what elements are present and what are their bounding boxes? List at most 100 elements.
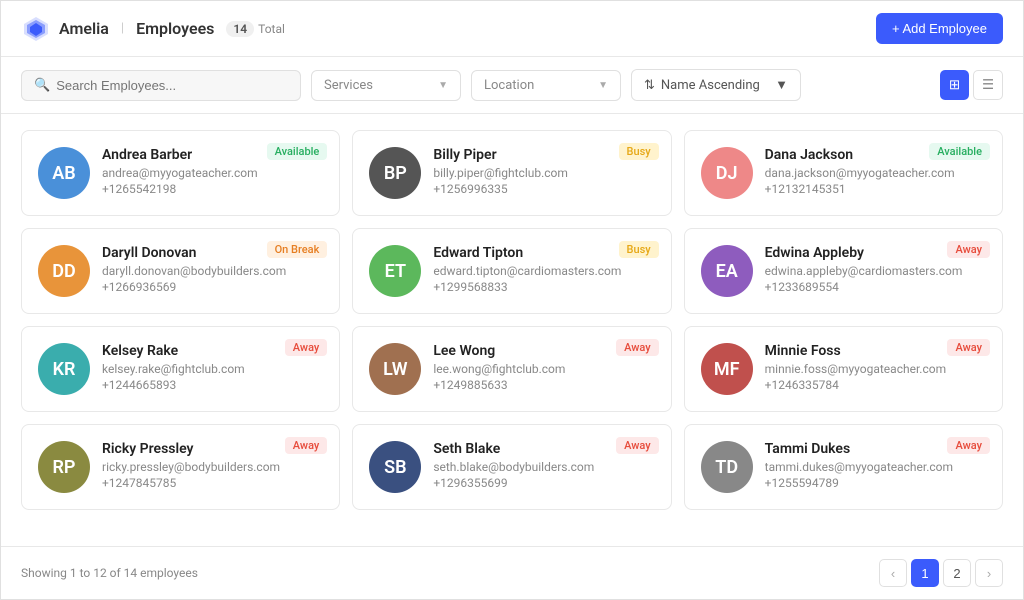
employee-card[interactable]: AB Andrea Barber andrea@myyogateacher.co… — [21, 130, 340, 216]
status-badge: Away — [947, 339, 990, 356]
location-label: Location — [484, 78, 534, 93]
avatar-initials: TD — [701, 441, 753, 493]
list-view-button[interactable]: ☰ — [973, 70, 1003, 100]
page-title: Employees — [136, 19, 214, 38]
status-badge: Available — [929, 143, 990, 160]
employee-phone: +1247845785 — [102, 476, 323, 490]
list-icon: ☰ — [982, 77, 994, 92]
employee-phone: +1256996335 — [433, 182, 654, 196]
avatar: RP — [38, 441, 90, 493]
main-content: AB Andrea Barber andrea@myyogateacher.co… — [1, 114, 1023, 546]
count-label: Total — [258, 22, 285, 36]
status-badge: Busy — [619, 143, 659, 160]
employee-email: lee.wong@fightclub.com — [433, 362, 654, 376]
employee-phone: +1244665893 — [102, 378, 323, 392]
employee-phone: +1265542198 — [102, 182, 323, 196]
employee-count: 14 Total — [226, 21, 285, 37]
employee-email: minnie.foss@myyogateacher.com — [765, 362, 986, 376]
sort-filter[interactable]: ⇅ Name Ascending ▼ — [631, 69, 801, 101]
avatar: ET — [369, 245, 421, 297]
logo: Amelia — [21, 14, 109, 44]
avatar-initials: DD — [38, 245, 90, 297]
header-left: Amelia | Employees 14 Total — [21, 14, 285, 44]
avatar-initials: KR — [38, 343, 90, 395]
employee-phone: +1255594789 — [765, 476, 986, 490]
employee-phone: +1233689554 — [765, 280, 986, 294]
page-1-button[interactable]: 1 — [911, 559, 939, 587]
employee-card[interactable]: SB Seth Blake seth.blake@bodybuilders.co… — [352, 424, 671, 510]
services-filter[interactable]: Services ▼ — [311, 70, 461, 101]
employee-card[interactable]: DD Daryll Donovan daryll.donovan@bodybui… — [21, 228, 340, 314]
avatar-initials: MF — [701, 343, 753, 395]
avatar: TD — [701, 441, 753, 493]
employee-card[interactable]: RP Ricky Pressley ricky.pressley@bodybui… — [21, 424, 340, 510]
employee-card[interactable]: ET Edward Tipton edward.tipton@cardiomas… — [352, 228, 671, 314]
avatar: AB — [38, 147, 90, 199]
employee-card[interactable]: TD Tammi Dukes tammi.dukes@myyogateacher… — [684, 424, 1003, 510]
employee-email: ricky.pressley@bodybuilders.com — [102, 460, 323, 474]
employee-email: dana.jackson@myyogateacher.com — [765, 166, 986, 180]
avatar-initials: LW — [369, 343, 421, 395]
view-toggle: ⊞ ☰ — [940, 70, 1003, 100]
employee-phone: +1299568833 — [433, 280, 654, 294]
employee-email: billy.piper@fightclub.com — [433, 166, 654, 180]
avatar: BP — [369, 147, 421, 199]
avatar-initials: EA — [701, 245, 753, 297]
employee-grid: AB Andrea Barber andrea@myyogateacher.co… — [21, 130, 1003, 510]
logo-title: Amelia — [59, 19, 109, 38]
pagination: ‹ 1 2 › — [879, 559, 1003, 587]
avatar: DD — [38, 245, 90, 297]
employee-email: seth.blake@bodybuilders.com — [433, 460, 654, 474]
avatar: MF — [701, 343, 753, 395]
avatar-initials: SB — [369, 441, 421, 493]
status-badge: Away — [616, 437, 659, 454]
header: Amelia | Employees 14 Total + Add Employ… — [1, 1, 1023, 57]
chevron-down-icon: ▼ — [438, 80, 448, 91]
employee-phone: +12132145351 — [765, 182, 986, 196]
employee-email: tammi.dukes@myyogateacher.com — [765, 460, 986, 474]
status-badge: Available — [267, 143, 328, 160]
employee-email: andrea@myyogateacher.com — [102, 166, 323, 180]
status-badge: Busy — [619, 241, 659, 258]
chevron-down-icon: ▼ — [775, 77, 788, 93]
avatar-initials: AB — [38, 147, 90, 199]
status-badge: Away — [947, 241, 990, 258]
showing-text: Showing 1 to 12 of 14 employees — [21, 566, 198, 580]
avatar: SB — [369, 441, 421, 493]
next-page-button[interactable]: › — [975, 559, 1003, 587]
employee-email: edward.tipton@cardiomasters.com — [433, 264, 654, 278]
employee-email: daryll.donovan@bodybuilders.com — [102, 264, 323, 278]
count-badge: 14 — [226, 21, 254, 37]
employee-card[interactable]: LW Lee Wong lee.wong@fightclub.com +1249… — [352, 326, 671, 412]
employee-email: kelsey.rake@fightclub.com — [102, 362, 323, 376]
status-badge: Away — [616, 339, 659, 356]
avatar-initials: DJ — [701, 147, 753, 199]
logo-icon — [21, 14, 51, 44]
grid-view-button[interactable]: ⊞ — [940, 70, 969, 100]
employee-phone: +1249885633 — [433, 378, 654, 392]
footer: Showing 1 to 12 of 14 employees ‹ 1 2 › — [1, 546, 1023, 599]
location-filter[interactable]: Location ▼ — [471, 70, 621, 101]
employee-card[interactable]: EA Edwina Appleby edwina.appleby@cardiom… — [684, 228, 1003, 314]
status-badge: Away — [285, 339, 328, 356]
avatar: EA — [701, 245, 753, 297]
employee-card[interactable]: BP Billy Piper billy.piper@fightclub.com… — [352, 130, 671, 216]
add-employee-button[interactable]: + Add Employee — [876, 13, 1003, 44]
avatar-initials: ET — [369, 245, 421, 297]
employee-phone: +1266936569 — [102, 280, 323, 294]
status-badge: On Break — [267, 241, 328, 258]
search-box[interactable]: 🔍 — [21, 70, 301, 101]
employee-card[interactable]: KR Kelsey Rake kelsey.rake@fightclub.com… — [21, 326, 340, 412]
page-2-button[interactable]: 2 — [943, 559, 971, 587]
sort-label: Name Ascending — [661, 78, 760, 93]
employee-card[interactable]: MF Minnie Foss minnie.foss@myyogateacher… — [684, 326, 1003, 412]
status-badge: Away — [285, 437, 328, 454]
avatar: KR — [38, 343, 90, 395]
avatar: DJ — [701, 147, 753, 199]
employee-card[interactable]: DJ Dana Jackson dana.jackson@myyogateach… — [684, 130, 1003, 216]
avatar-initials: RP — [38, 441, 90, 493]
prev-page-button[interactable]: ‹ — [879, 559, 907, 587]
search-input[interactable] — [56, 78, 288, 93]
employee-phone: +1246335784 — [765, 378, 986, 392]
app-container: Amelia | Employees 14 Total + Add Employ… — [0, 0, 1024, 600]
